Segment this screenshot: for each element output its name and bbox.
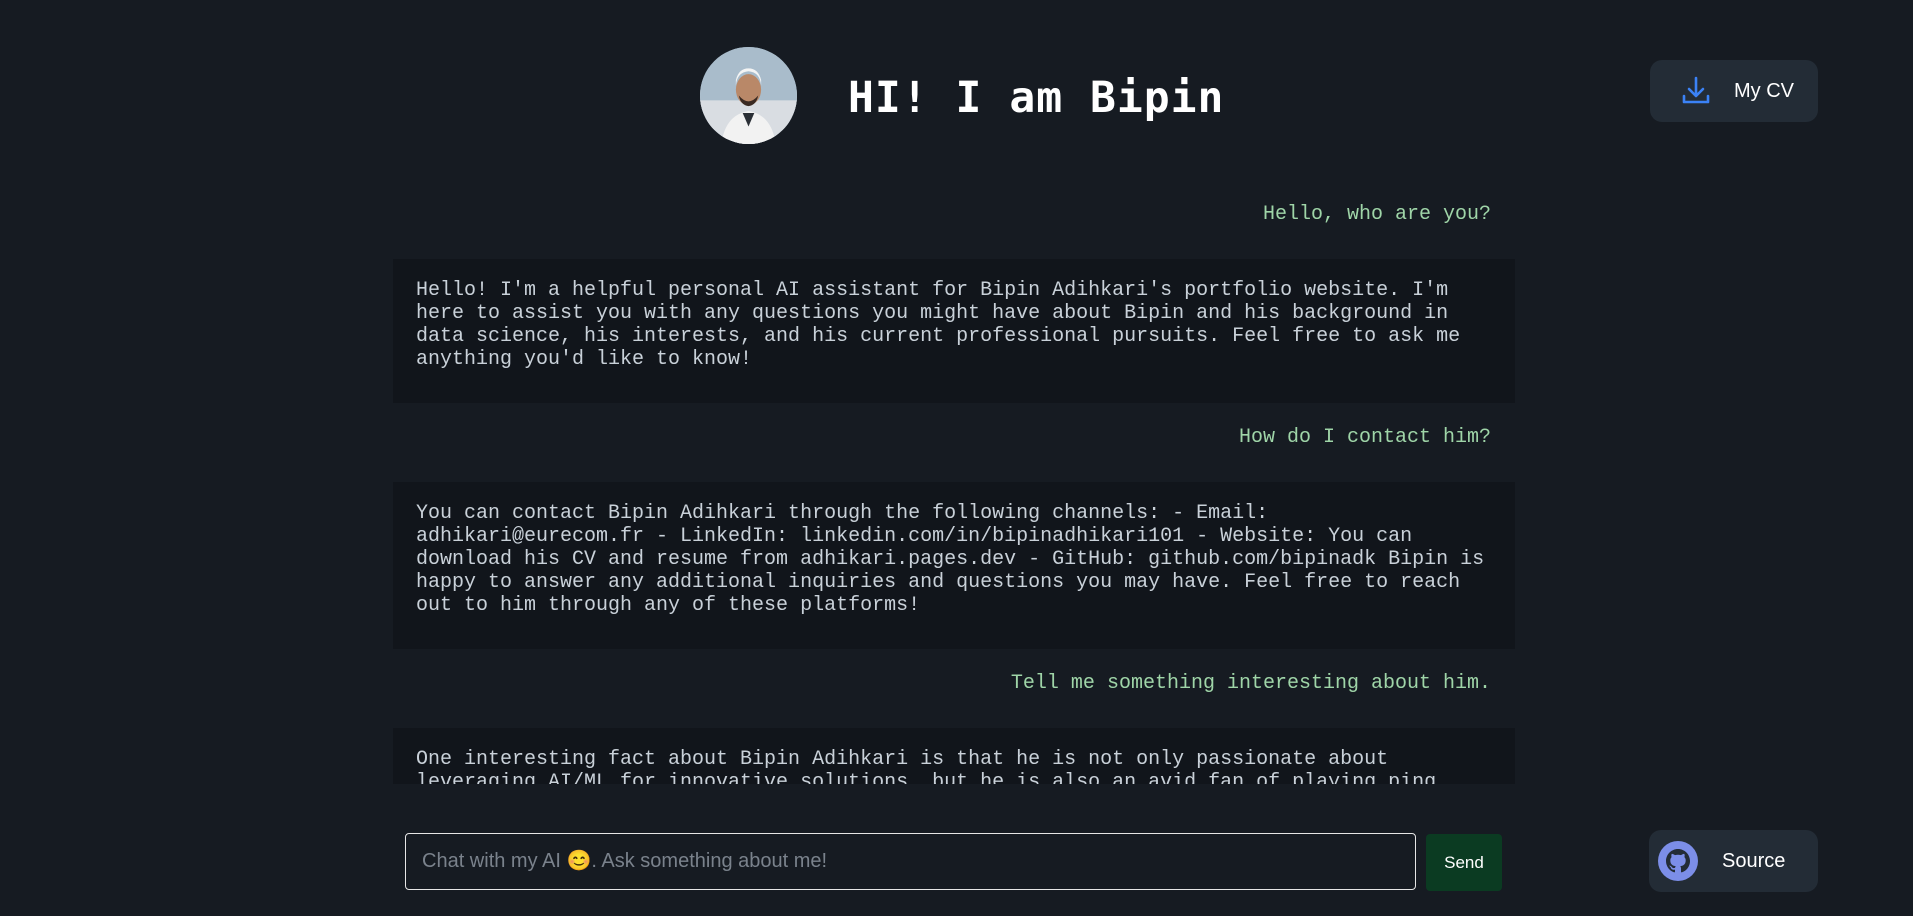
source-button-label: Source <box>1722 849 1786 872</box>
assistant-message: Hello! I'm a helpful personal AI assista… <box>393 259 1515 403</box>
send-button[interactable]: Send <box>1426 834 1502 891</box>
user-message: How do I contact him? <box>1238 426 1491 449</box>
source-button[interactable]: Source <box>1649 830 1818 892</box>
download-icon <box>1682 76 1710 104</box>
user-message: Hello, who are you? <box>1262 203 1491 226</box>
github-icon <box>1658 841 1698 881</box>
page: HI! I am Bipin My CV Hello, who are you?… <box>0 0 1913 916</box>
chat-history[interactable]: Hello, who are you? Hello! I'm a helpful… <box>393 180 1515 784</box>
chat-input[interactable] <box>406 834 1415 889</box>
avatar <box>700 47 797 144</box>
user-message: Tell me something interesting about him. <box>1010 672 1491 695</box>
chat-input-wrapper <box>405 833 1416 890</box>
assistant-message: One interesting fact about Bipin Adihkar… <box>393 728 1515 784</box>
profile-photo-icon <box>700 47 797 144</box>
assistant-message: You can contact Bipin Adihkari through t… <box>393 482 1515 649</box>
page-title: HI! I am Bipin <box>848 73 1225 123</box>
download-cv-button[interactable]: My CV <box>1650 60 1818 122</box>
cv-button-label: My CV <box>1734 79 1794 102</box>
